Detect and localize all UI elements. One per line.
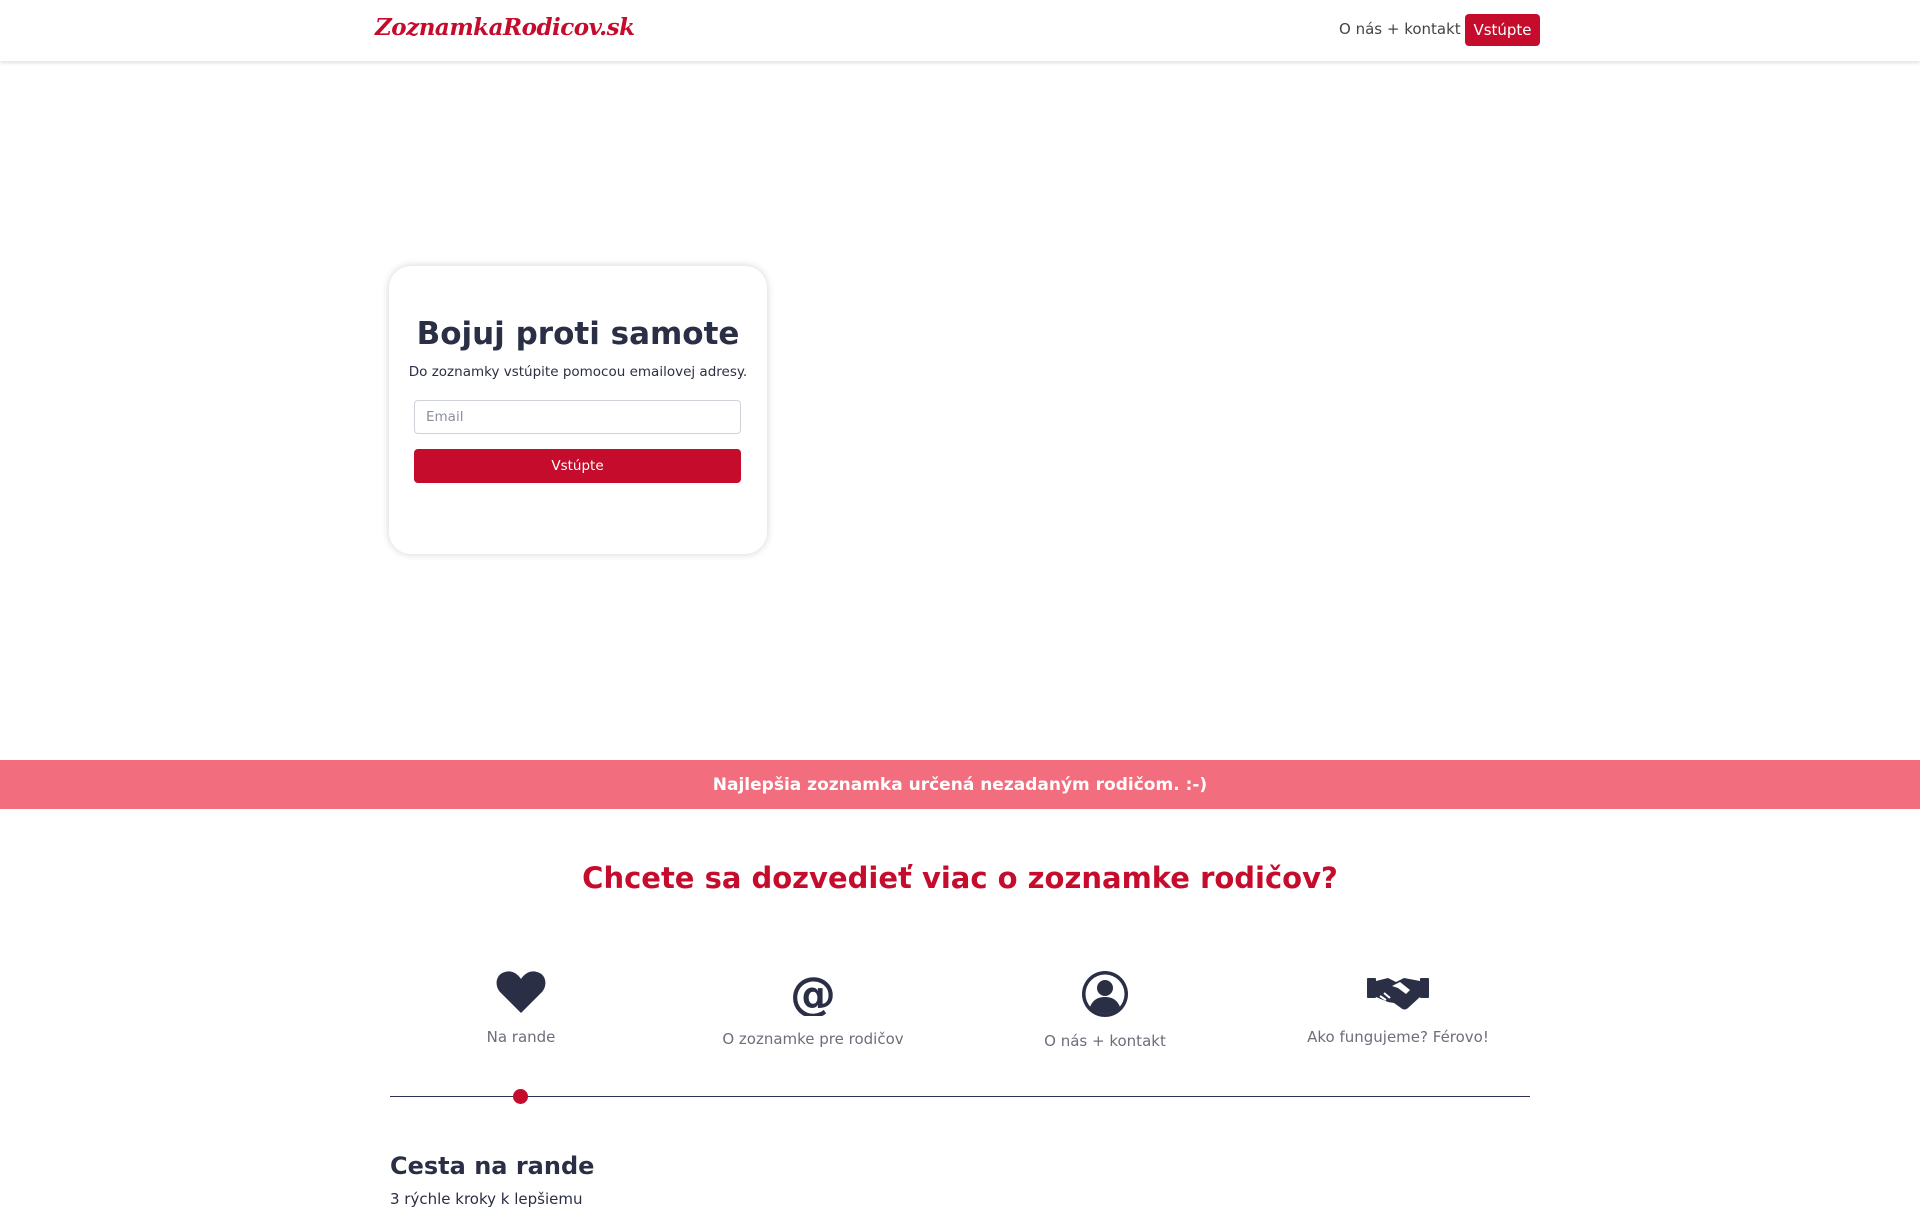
feature-label: Ako fungujeme? Férovo! (1307, 1028, 1489, 1046)
feature-timeline (390, 1096, 1530, 1097)
dating-section-text: 3 rýchle kroky k lepšiemu (390, 1190, 583, 1208)
feature-tab-about-dating[interactable]: @ O zoznamke pre rodičov (683, 970, 943, 1048)
feature-label: O nás + kontakt (1044, 1032, 1166, 1050)
handshake-icon (1367, 978, 1429, 1010)
login-card: Bojuj proti samote Do zoznamky vstúpite … (389, 266, 767, 554)
email-input[interactable] (414, 400, 741, 434)
feature-tab-dating[interactable]: Na rande (391, 970, 651, 1046)
login-subtitle: Do zoznamky vstúpite pomocou emailovej a… (408, 364, 748, 380)
heart-icon (496, 971, 546, 1013)
feature-tab-how-we-work[interactable]: Ako fungujeme? Férovo! (1268, 970, 1528, 1046)
svg-text:@: @ (790, 970, 836, 1016)
login-title: Bojuj proti samote (416, 316, 740, 352)
top-navigation-bar: ZoznamkaRodicov.sk O nás + kontakt Vstúp… (0, 0, 1920, 61)
info-section-title: Chcete sa dozvedieť viac o zoznamke rodi… (582, 861, 1338, 895)
timeline-active-indicator (513, 1089, 528, 1104)
feature-label: O zoznamke pre rodičov (722, 1030, 904, 1048)
at-sign-icon: @ (790, 970, 836, 1016)
feature-tab-about-contact[interactable]: O nás + kontakt (975, 970, 1235, 1050)
dating-section-title: Cesta na rande (390, 1152, 595, 1180)
site-logo[interactable]: ZoznamkaRodicov.sk (375, 14, 635, 41)
feature-label: Na rande (486, 1028, 556, 1046)
user-circle-icon (1082, 971, 1128, 1017)
promo-banner: Najlepšia zoznamka určená nezadaným rodi… (0, 760, 1920, 809)
nav-link-about-contact[interactable]: O nás + kontakt (1339, 20, 1461, 38)
banner-text: Najlepšia zoznamka určená nezadaným rodi… (712, 774, 1208, 795)
enter-button[interactable]: Vstúpte (414, 449, 741, 483)
nav-enter-button[interactable]: Vstúpte (1465, 14, 1540, 46)
